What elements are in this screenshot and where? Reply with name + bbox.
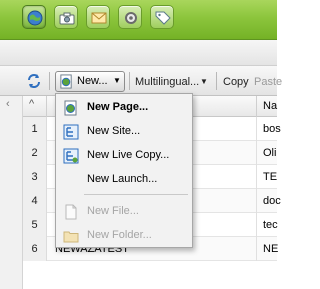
live-copy-icon [63,148,79,164]
menu-separator [84,194,188,195]
row-name: doc [263,195,281,207]
column-divider [46,96,47,117]
top-nav-bar [0,0,277,40]
column-divider [256,189,257,213]
new-button-label: New... [77,75,108,87]
nav-dam-button[interactable] [54,5,78,29]
nav-websites-button[interactable] [22,5,46,29]
menu-item-new-live-copy[interactable]: New Live Copy... [57,144,191,168]
nav-inbox-button[interactable] [86,5,110,29]
copy-button[interactable]: Copy [223,76,249,88]
row-number: 6 [23,237,47,261]
row-number: 5 [23,213,47,237]
column-divider [256,141,257,165]
tools-icon [125,12,137,24]
menu-item-label: New Launch... [87,173,158,185]
row-number: 1 [23,117,47,141]
row-name: TE [263,171,278,183]
refresh-button[interactable] [26,73,42,89]
tag-icon [155,11,171,25]
chevron-down-icon: ▼ [200,77,208,86]
header-band [0,40,277,66]
globe-icon [27,10,43,26]
nav-tagging-button[interactable] [150,5,174,29]
column-header-name[interactable]: Na [263,100,277,112]
folder-icon [63,231,79,243]
menu-item-label: New Site... [87,125,141,137]
row-name: tec [263,219,278,231]
refresh-icon [28,74,40,88]
column-divider [256,96,257,117]
multilingual-button[interactable]: Multilingual... [135,76,199,88]
row-number: 3 [23,165,47,189]
collapse-icon[interactable]: ‹ [6,98,10,110]
file-icon [65,204,77,220]
column-divider [256,117,257,141]
column-divider [256,165,257,189]
column-divider [256,237,257,261]
row-number: 2 [23,141,47,165]
menu-item-new-launch[interactable]: New Launch... [57,168,191,192]
row-name: Oli [263,147,277,159]
tree-panel-edge: ‹ [0,96,23,289]
menu-item-label: New Live Copy... [87,149,170,161]
mail-icon [91,12,107,24]
menu-item-new-page[interactable]: New Page... [57,96,191,120]
row-number: 4 [23,189,47,213]
new-button[interactable]: New... ▼ [55,71,125,92]
site-icon [63,124,79,140]
new-dropdown-menu: New Page... New Site... New Live Copy...… [55,93,193,248]
row-name: NE [263,243,279,255]
row-name: bos [263,123,281,135]
nav-tools-button[interactable] [118,5,142,29]
new-page-icon [60,74,72,89]
sort-ascending-icon[interactable]: ^ [29,98,34,110]
column-divider [256,213,257,237]
menu-item-new-folder[interactable]: New Folder... [57,224,191,248]
menu-item-new-file[interactable]: New File... [57,200,191,224]
toolbar: New... ▼ Multilingual... ▼ Copy Paste [0,66,282,96]
toolbar-separator [216,72,217,90]
chevron-down-icon: ▼ [113,76,121,85]
toolbar-separator [129,72,130,90]
menu-item-label: New Page... [87,101,149,113]
page-icon [64,100,77,116]
toolbar-separator [49,72,50,90]
menu-item-new-site[interactable]: New Site... [57,120,191,144]
menu-item-label: New File... [87,205,139,217]
camera-icon [59,12,75,25]
menu-item-label: New Folder... [87,229,152,241]
paste-button[interactable]: Paste [254,76,282,88]
